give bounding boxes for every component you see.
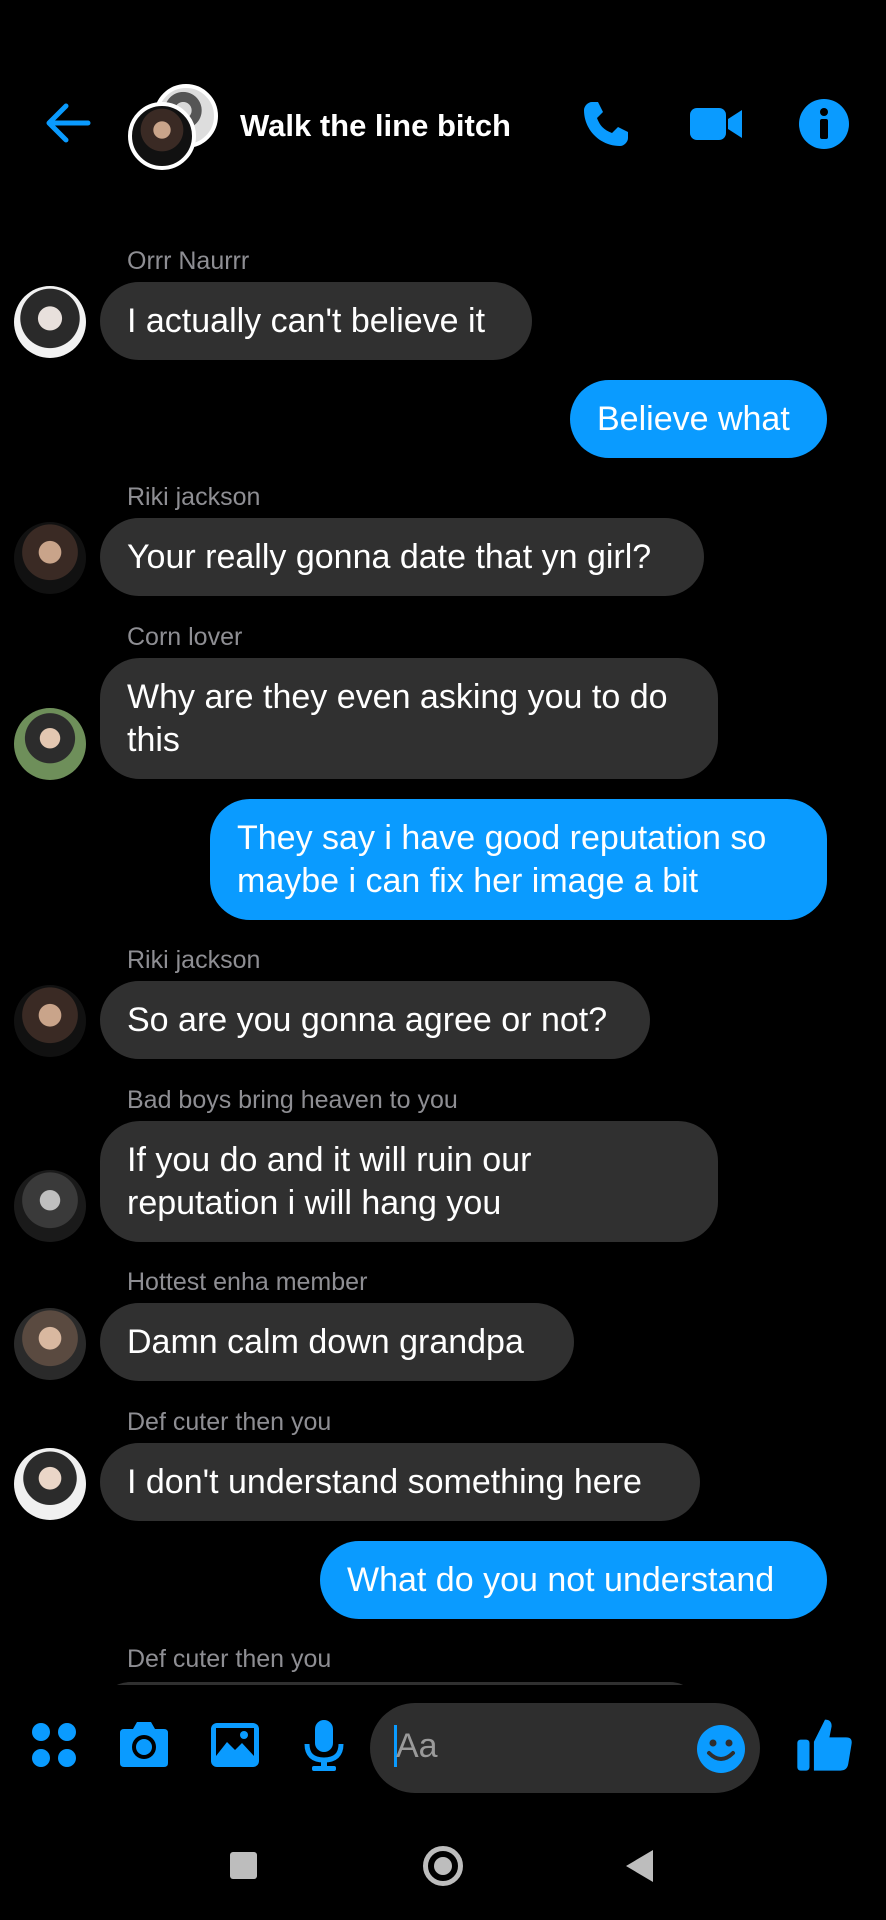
- group-avatar-member-2: [128, 102, 196, 170]
- message-list[interactable]: Orrr Naurrr I actually can't believe it …: [0, 230, 886, 1685]
- outgoing-message-bubble[interactable]: They say i have good reputation so maybe…: [210, 799, 827, 920]
- home-button[interactable]: [423, 1846, 463, 1886]
- outgoing-message-bubble[interactable]: What do you not understand: [320, 1541, 827, 1619]
- camera-icon[interactable]: [116, 1717, 172, 1773]
- message-input-placeholder: Aa: [396, 1727, 438, 1765]
- avatar[interactable]: [14, 985, 86, 1057]
- sender-name: Riki jackson: [127, 946, 261, 974]
- message-input[interactable]: Aa: [370, 1703, 760, 1793]
- avatar[interactable]: [14, 1170, 86, 1242]
- incoming-message-bubble[interactable]: I actually can't believe it: [100, 282, 532, 360]
- avatar[interactable]: [14, 1448, 86, 1520]
- sender-name: Bad boys bring heaven to you: [127, 1086, 458, 1114]
- avatar[interactable]: [14, 286, 86, 358]
- incoming-message-bubble-partial[interactable]: [100, 1682, 700, 1685]
- sender-name: Def cuter then you: [127, 1408, 332, 1436]
- video-call-icon[interactable]: [688, 96, 744, 152]
- conversation-header: Walk the line bitch: [0, 0, 886, 220]
- incoming-message-bubble[interactable]: So are you gonna agree or not?: [100, 981, 650, 1059]
- emoji-icon[interactable]: [695, 1723, 747, 1775]
- gallery-image-icon[interactable]: [207, 1717, 263, 1773]
- sender-name: Orrr Naurrr: [127, 247, 250, 275]
- outgoing-message-bubble[interactable]: Believe what: [570, 380, 827, 458]
- sender-name: Def cuter then you: [127, 1645, 332, 1673]
- avatar[interactable]: [14, 522, 86, 594]
- microphone-icon[interactable]: [296, 1717, 352, 1773]
- system-back-button[interactable]: [626, 1850, 653, 1882]
- back-arrow-icon[interactable]: [40, 95, 96, 151]
- sender-name: Hottest enha member: [127, 1268, 368, 1296]
- thumbs-up-icon[interactable]: [794, 1713, 856, 1775]
- phone-call-icon[interactable]: [578, 96, 634, 152]
- group-avatar[interactable]: [128, 84, 218, 170]
- apps-grid-icon[interactable]: [26, 1717, 82, 1773]
- conversation-title[interactable]: Walk the line bitch: [240, 108, 511, 144]
- sender-name: Corn lover: [127, 623, 243, 651]
- avatar[interactable]: [14, 1308, 86, 1380]
- incoming-message-bubble[interactable]: Damn calm down grandpa: [100, 1303, 574, 1381]
- incoming-message-bubble[interactable]: Your really gonna date that yn girl?: [100, 518, 704, 596]
- avatar[interactable]: [14, 708, 86, 780]
- message-composer: Aa: [0, 1695, 886, 1805]
- incoming-message-bubble[interactable]: Why are they even asking you to do this: [100, 658, 718, 779]
- recent-apps-button[interactable]: [230, 1852, 257, 1879]
- info-icon[interactable]: [796, 96, 852, 152]
- incoming-message-bubble[interactable]: I don't understand something here: [100, 1443, 700, 1521]
- system-navigation-bar: [0, 1820, 886, 1920]
- incoming-message-bubble[interactable]: If you do and it will ruin our reputatio…: [100, 1121, 718, 1242]
- sender-name: Riki jackson: [127, 483, 261, 511]
